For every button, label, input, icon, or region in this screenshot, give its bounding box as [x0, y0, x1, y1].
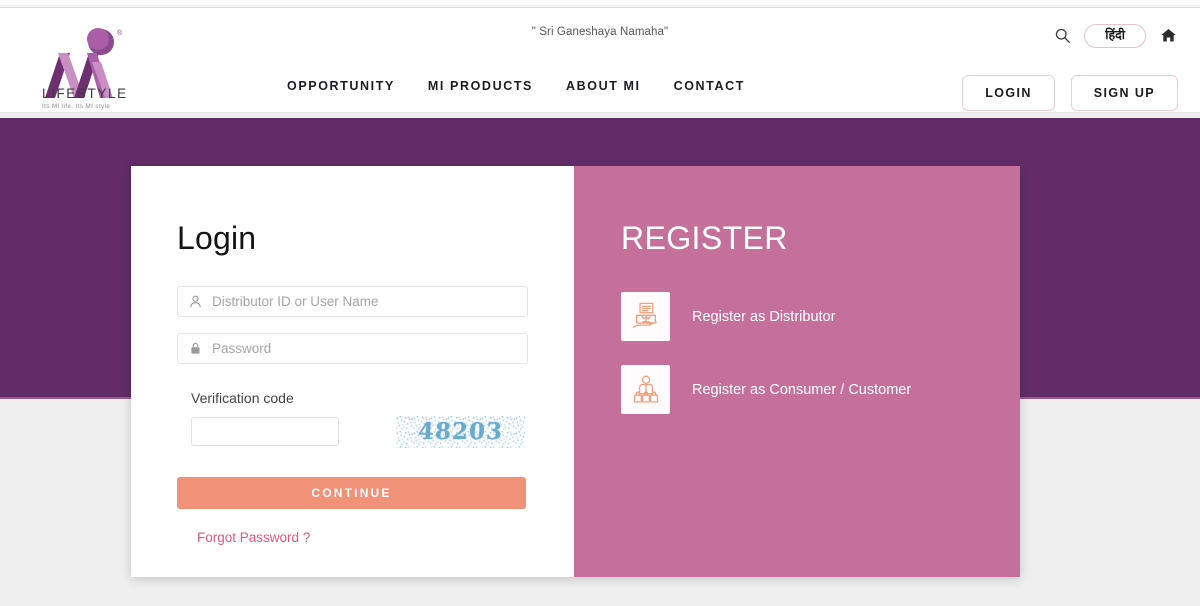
site-header: ® LIFESTYLE Its MI life. Its MI style " … [0, 8, 1200, 113]
register-panel: REGISTER Register as Distributor Registe… [574, 166, 1020, 577]
logo-tagline: Its MI life. Its MI style [42, 103, 111, 110]
main-navigation: OPPORTUNITY MI PRODUCTS ABOUT MI CONTACT [287, 79, 745, 93]
auth-card: Login Verification code [131, 166, 1020, 577]
shopper-with-bags-icon [621, 365, 670, 414]
register-as-distributor-label: Register as Distributor [692, 308, 836, 325]
search-icon[interactable] [1052, 26, 1072, 46]
nav-item-mi-products[interactable]: MI PRODUCTS [428, 79, 533, 93]
login-button[interactable]: LOGIN [962, 75, 1055, 111]
home-icon[interactable] [1158, 26, 1178, 46]
package-in-hand-icon [621, 292, 670, 341]
login-panel: Login Verification code [131, 166, 574, 577]
captcha-image[interactable]: 48203 [396, 415, 525, 448]
auth-buttons: LOGIN SIGN UP [962, 75, 1178, 111]
register-as-distributor-option[interactable]: Register as Distributor [621, 292, 1020, 341]
verification-code-label: Verification code [191, 390, 294, 406]
verification-code-input[interactable] [191, 417, 339, 446]
nav-item-about-mi[interactable]: ABOUT MI [566, 79, 641, 93]
user-icon [178, 294, 212, 309]
signup-button[interactable]: SIGN UP [1070, 75, 1178, 111]
verification-code-row: 48203 [191, 415, 528, 448]
password-field-wrapper [177, 333, 528, 364]
username-field-wrapper [177, 286, 528, 317]
nav-item-contact[interactable]: CONTACT [674, 79, 745, 93]
register-as-consumer-label: Register as Consumer / Customer [692, 381, 912, 398]
lock-icon [178, 341, 212, 356]
username-input[interactable] [212, 287, 527, 316]
register-title: REGISTER [621, 220, 788, 256]
mantra-text: " Sri Ganeshaya Namaha" [531, 26, 669, 38]
register-as-consumer-option[interactable]: Register as Consumer / Customer [621, 365, 1020, 414]
continue-button[interactable]: CONTINUE [177, 477, 526, 509]
language-toggle-hindi[interactable]: हिंदी [1084, 24, 1146, 48]
password-input[interactable] [212, 334, 527, 363]
header-utilities: हिंदी [1052, 24, 1178, 48]
site-logo[interactable]: ® LIFESTYLE Its MI life. Its MI style [22, 20, 132, 110]
page-title: Login [177, 220, 257, 256]
svg-text:®: ® [117, 29, 123, 37]
browser-top-strip [0, 0, 1200, 8]
forgot-password-link[interactable]: Forgot Password ? [197, 530, 310, 545]
nav-item-opportunity[interactable]: OPPORTUNITY [287, 79, 395, 93]
browser-top-strip-inner [0, 0, 1200, 5]
logo-wordmark: LIFESTYLE [42, 86, 128, 101]
captcha-text: 48203 [417, 418, 504, 445]
